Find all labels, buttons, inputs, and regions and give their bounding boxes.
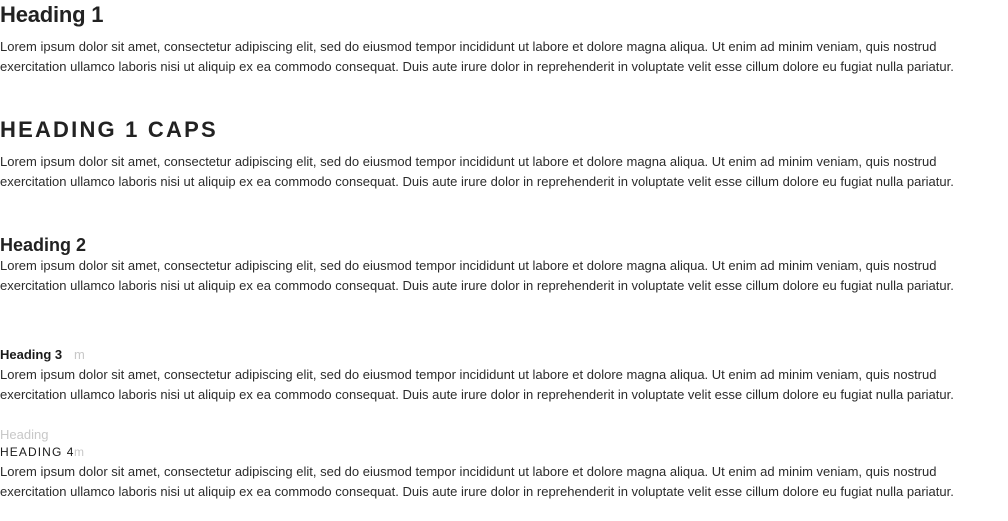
heading-1-caps: HEADING 1 CAPS [0,117,218,142]
paragraph-2: Lorem ipsum dolor sit amet, consectetur … [0,154,954,189]
heading-4-ghost-text: Heading [0,427,49,442]
heading-4-ghost-suffix: m [74,445,84,459]
heading-2: Heading 2 [0,235,87,255]
heading-1: Heading 1 [0,2,104,27]
heading-4: HEADING 4 [0,445,75,459]
paragraph-1: Lorem ipsum dolor sit amet, consectetur … [0,39,954,74]
document-page: Heading 1 Lorem ipsum dolor sit amet, co… [0,0,1008,521]
heading-3-ghost-text: m [74,347,85,362]
paragraph-4: Lorem ipsum dolor sit amet, consectetur … [0,367,954,402]
paragraph-5: Lorem ipsum dolor sit amet, consectetur … [0,464,954,499]
paragraph-3: Lorem ipsum dolor sit amet, consectetur … [0,258,954,293]
heading-3: Heading 3 [0,347,63,362]
